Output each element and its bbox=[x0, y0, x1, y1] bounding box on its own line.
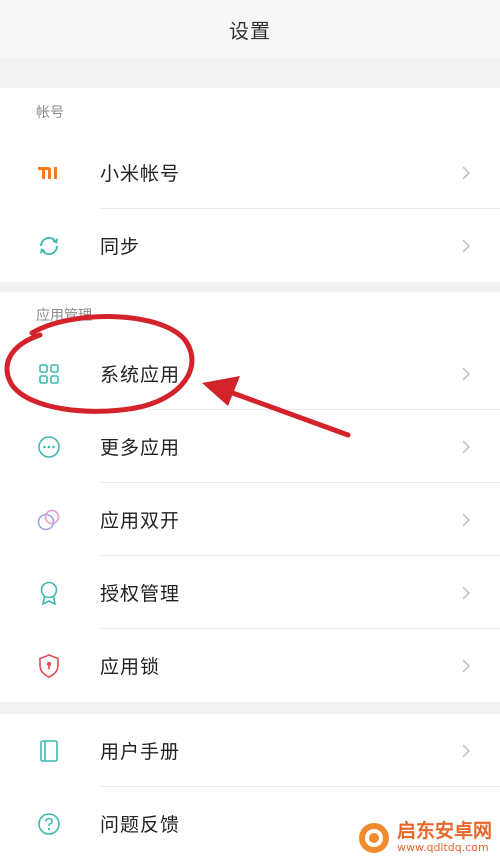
more-dots-icon bbox=[36, 434, 62, 460]
watermark-logo-icon bbox=[358, 823, 389, 853]
settings-item-label: 应用锁 bbox=[100, 656, 161, 678]
settings-item-user-manual[interactable]: 用户手册 bbox=[0, 714, 500, 787]
dual-app-icon bbox=[36, 507, 62, 533]
chevron-right-icon bbox=[462, 165, 471, 180]
sync-icon bbox=[36, 233, 62, 259]
settings-item-label: 更多应用 bbox=[100, 437, 181, 459]
chevron-right-icon bbox=[462, 585, 471, 600]
chevron-right-icon bbox=[462, 238, 471, 253]
settings-item-label: 系统应用 bbox=[100, 364, 181, 386]
mi-logo-icon bbox=[36, 160, 62, 186]
settings-item-label: 小米帐号 bbox=[100, 163, 181, 185]
title-bar: 设置 bbox=[0, 0, 500, 58]
watermark: 启东安卓网 www.qdltdq.com bbox=[357, 821, 492, 855]
chevron-right-icon bbox=[462, 658, 471, 673]
account-section: 帐号 小米帐号 同步 bbox=[0, 88, 500, 282]
settings-item-app-lock[interactable]: 应用锁 bbox=[0, 629, 500, 702]
settings-item-permissions[interactable]: 授权管理 bbox=[0, 556, 500, 629]
chevron-right-icon bbox=[462, 743, 471, 758]
settings-item-label: 应用双开 bbox=[100, 510, 181, 532]
question-icon bbox=[36, 811, 62, 837]
book-icon bbox=[36, 738, 62, 764]
settings-item-label: 同步 bbox=[100, 236, 141, 258]
shield-lock-icon bbox=[36, 653, 62, 679]
settings-item-label: 授权管理 bbox=[100, 583, 181, 605]
chevron-right-icon bbox=[462, 366, 471, 381]
badge-icon bbox=[36, 580, 62, 606]
watermark-name: 启东安卓网 bbox=[396, 820, 492, 843]
app-management-section: 应用管理 系统应用 更多应用 应用双开 授权管理 应用锁 bbox=[0, 292, 500, 702]
watermark-url: www.qdltdq.com bbox=[396, 841, 489, 855]
section-header-account: 帐号 bbox=[36, 105, 64, 121]
settings-item-sync[interactable]: 同步 bbox=[0, 209, 500, 282]
page-title: 设置 bbox=[229, 18, 271, 43]
grid-icon bbox=[36, 361, 62, 387]
settings-item-label: 用户手册 bbox=[100, 741, 181, 763]
settings-item-dual-apps[interactable]: 应用双开 bbox=[0, 483, 500, 556]
chevron-right-icon bbox=[462, 512, 471, 527]
settings-item-more-apps[interactable]: 更多应用 bbox=[0, 410, 500, 483]
settings-item-mi-account[interactable]: 小米帐号 bbox=[0, 136, 500, 209]
settings-item-system-apps[interactable]: 系统应用 bbox=[0, 337, 500, 410]
chevron-right-icon bbox=[462, 439, 471, 454]
section-header-app-management: 应用管理 bbox=[36, 307, 92, 324]
settings-item-label: 问题反馈 bbox=[100, 814, 181, 836]
